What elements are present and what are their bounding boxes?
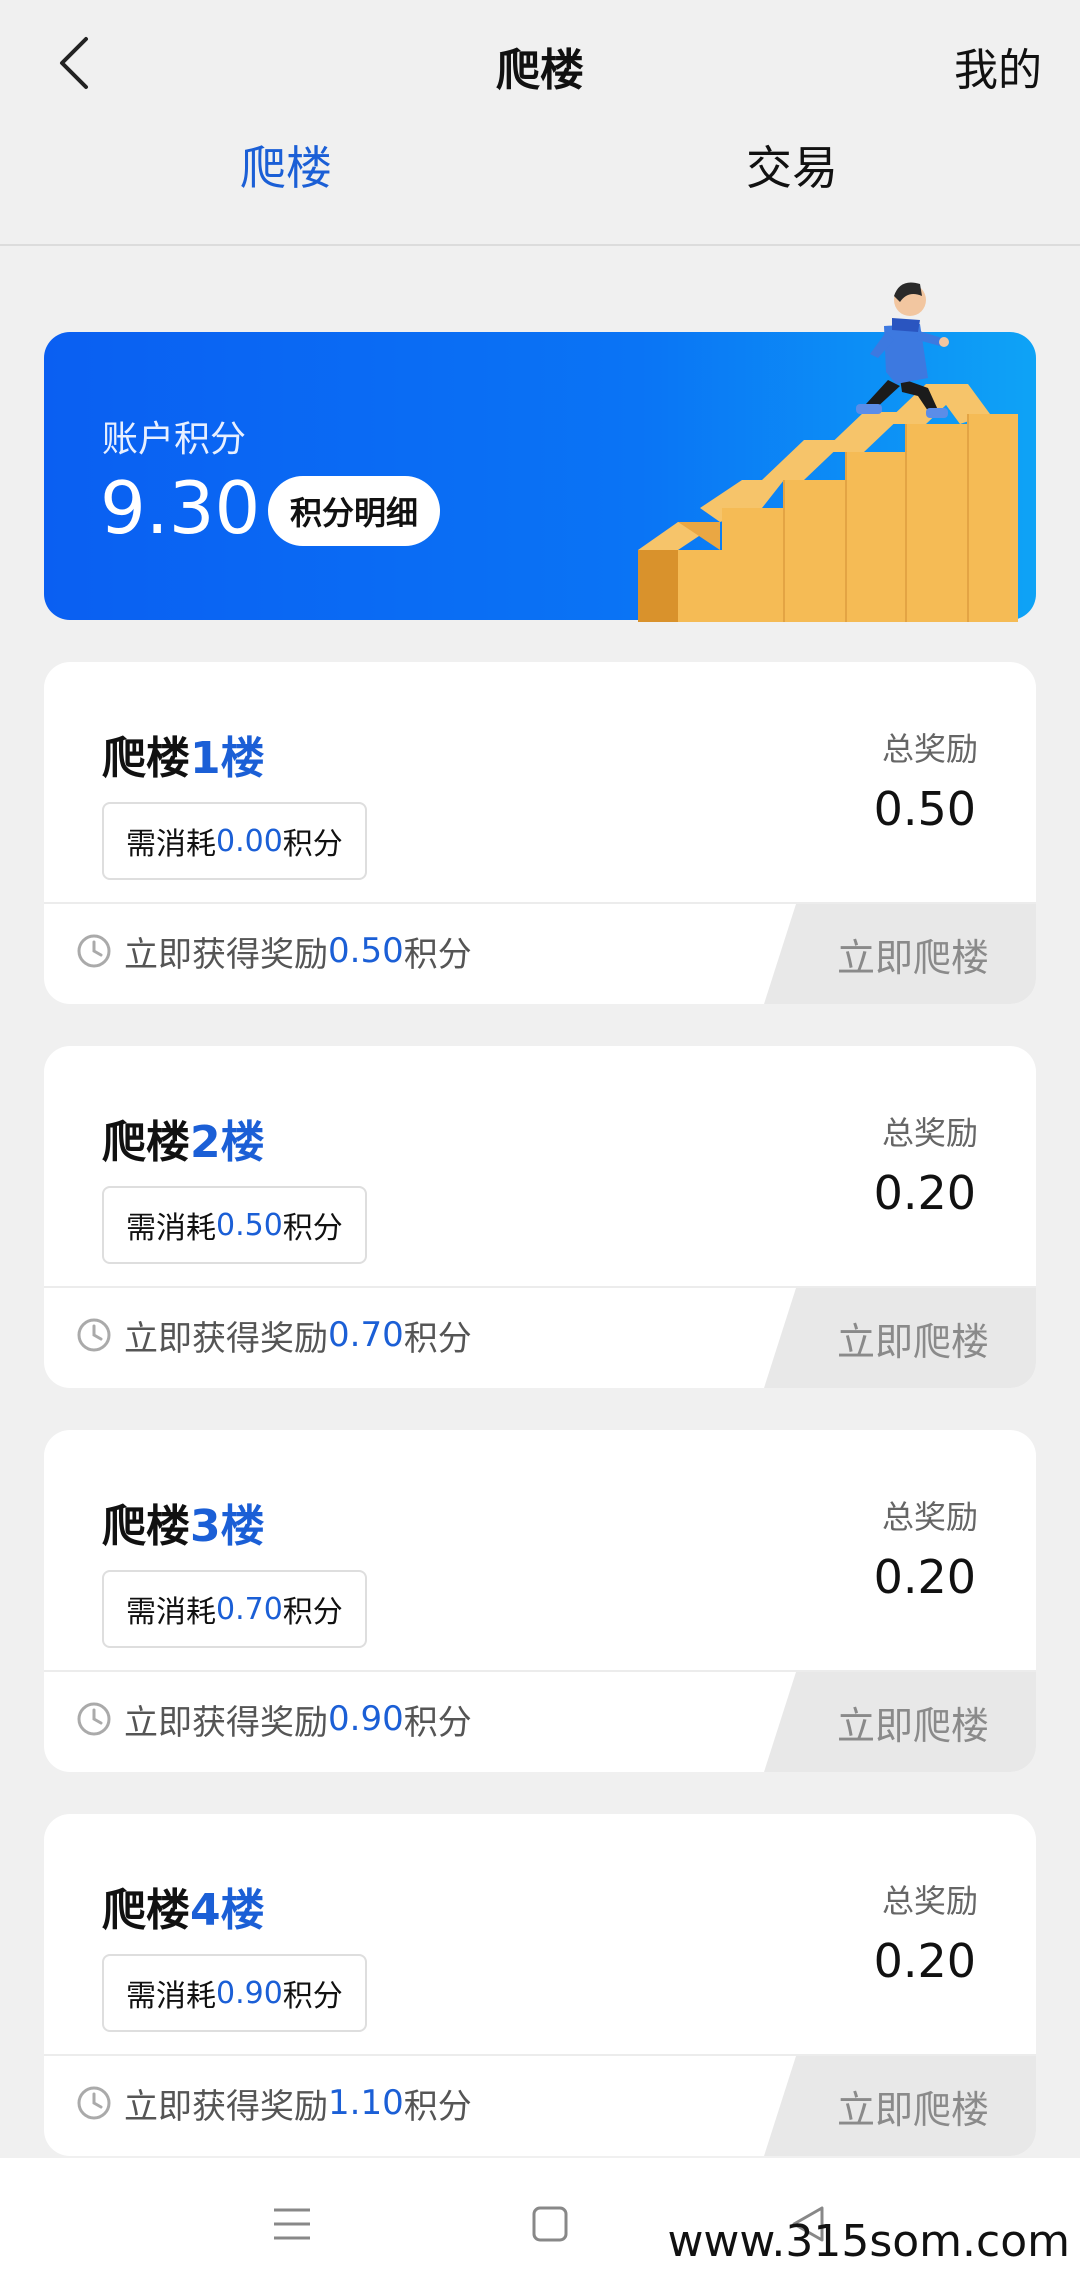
cost-box: 需消耗 0.50 积分 bbox=[102, 1186, 367, 1264]
instant-value: 1.10 bbox=[328, 2083, 404, 2123]
floor-card-1: 爬楼1楼 需消耗 0.00 积分 总奖励 0.50 立即获得奖励 0.50 积分 立即爬… bbox=[44, 662, 1036, 1004]
reward-value: 0.20 bbox=[873, 1934, 976, 1988]
cost-prefix: 需消耗 bbox=[126, 827, 216, 862]
cost-value: 0.00 bbox=[216, 823, 283, 859]
points-detail-button[interactable]: 积分明细 bbox=[268, 476, 440, 546]
instant-suffix: 积分 bbox=[403, 934, 472, 975]
instant-suffix: 积分 bbox=[403, 1318, 472, 1359]
page: 爬楼 我的 爬楼 交易 账户积分 9.30 积分明细 爬楼1楼 需消耗 0.00… bbox=[0, 0, 1080, 2288]
account-banner: 账户积分 9.30 积分明细 bbox=[44, 282, 1036, 622]
reward-label: 总奖励 bbox=[881, 1882, 978, 1920]
cost-suffix: 积分 bbox=[282, 1211, 343, 1246]
floor-title-text: 爬楼 bbox=[102, 1885, 190, 1936]
climb-now-button[interactable]: 立即爬楼 bbox=[764, 1672, 1036, 1772]
floor-card-4: 爬楼4楼 需消耗 0.90 积分 总奖励 0.20 立即获得奖励 1.10 积分 立即爬… bbox=[44, 1814, 1036, 2156]
clock-icon bbox=[77, 934, 111, 968]
account-points-label: 账户积分 bbox=[102, 419, 247, 460]
instant-value: 0.90 bbox=[328, 1699, 404, 1739]
cost-box: 需消耗 0.00 积分 bbox=[102, 802, 367, 880]
instant-prefix: 立即获得奖励 bbox=[124, 1702, 328, 1743]
instant-suffix: 积分 bbox=[403, 1702, 472, 1743]
reward-value: 0.50 bbox=[873, 782, 976, 836]
cost-suffix: 积分 bbox=[282, 1595, 343, 1630]
climb-now-button[interactable]: 立即爬楼 bbox=[764, 2056, 1036, 2156]
stairs-climber-illustration bbox=[638, 282, 1018, 622]
floor-title-text: 爬楼 bbox=[102, 1501, 190, 1552]
account-points-value: 9.30 bbox=[100, 466, 261, 550]
reward-label: 总奖励 bbox=[881, 1498, 978, 1536]
card-divider bbox=[44, 1670, 1036, 1672]
cost-value: 0.90 bbox=[216, 1975, 283, 2011]
instant-prefix: 立即获得奖励 bbox=[124, 934, 328, 975]
floor-title: 爬楼2楼 bbox=[102, 1106, 265, 1170]
reward-value: 0.20 bbox=[873, 1550, 976, 1604]
cost-prefix: 需消耗 bbox=[126, 1211, 216, 1246]
climb-now-button[interactable]: 立即爬楼 bbox=[764, 1288, 1036, 1388]
floor-number: 3楼 bbox=[190, 1501, 265, 1552]
watermark: www.315som.com bbox=[667, 2216, 1070, 2267]
instant-reward-row: 立即获得奖励 0.90 积分 bbox=[76, 1692, 472, 1746]
instant-reward-row: 立即获得奖励 1.10 积分 bbox=[76, 2076, 472, 2130]
cost-value: 0.70 bbox=[216, 1591, 283, 1627]
instant-prefix: 立即获得奖励 bbox=[124, 1318, 328, 1359]
floor-number: 4楼 bbox=[190, 1885, 265, 1936]
card-divider bbox=[44, 1286, 1036, 1288]
instant-reward-row: 立即获得奖励 0.70 积分 bbox=[76, 1308, 472, 1362]
cost-suffix: 积分 bbox=[282, 1979, 343, 2014]
instant-reward-row: 立即获得奖励 0.50 积分 bbox=[76, 924, 472, 978]
reward-label: 总奖励 bbox=[881, 730, 978, 768]
instant-prefix: 立即获得奖励 bbox=[124, 2086, 328, 2127]
floor-number: 2楼 bbox=[190, 1117, 265, 1168]
floor-card-2: 爬楼2楼 需消耗 0.50 积分 总奖励 0.20 立即获得奖励 0.70 积分 立即爬… bbox=[44, 1046, 1036, 1388]
square-icon[interactable] bbox=[520, 2194, 580, 2254]
cost-box: 需消耗 0.70 积分 bbox=[102, 1570, 367, 1648]
clock-icon bbox=[77, 2086, 111, 2120]
floor-title: 爬楼4楼 bbox=[102, 1874, 265, 1938]
floor-number: 1楼 bbox=[190, 733, 265, 784]
cost-prefix: 需消耗 bbox=[126, 1595, 216, 1630]
instant-value: 0.50 bbox=[328, 931, 404, 971]
floor-card-3: 爬楼3楼 需消耗 0.70 积分 总奖励 0.20 立即获得奖励 0.90 积分 立即爬… bbox=[44, 1430, 1036, 1772]
floor-title-text: 爬楼 bbox=[102, 733, 190, 784]
instant-value: 0.70 bbox=[328, 1315, 404, 1355]
floor-title-text: 爬楼 bbox=[102, 1117, 190, 1168]
instant-suffix: 积分 bbox=[403, 2086, 472, 2127]
mine-link[interactable]: 我的 bbox=[954, 34, 1042, 98]
cost-suffix: 积分 bbox=[282, 827, 343, 862]
floor-title: 爬楼3楼 bbox=[102, 1490, 265, 1554]
climb-now-button[interactable]: 立即爬楼 bbox=[764, 904, 1036, 1004]
cost-value: 0.50 bbox=[216, 1207, 283, 1243]
clock-icon bbox=[77, 1702, 111, 1736]
card-divider bbox=[44, 2054, 1036, 2056]
page-title: 爬楼 bbox=[496, 45, 584, 96]
tab-trade[interactable]: 交易 bbox=[746, 132, 838, 198]
cost-prefix: 需消耗 bbox=[126, 1979, 216, 2014]
reward-label: 总奖励 bbox=[881, 1114, 978, 1152]
menu-icon[interactable] bbox=[262, 2194, 322, 2254]
reward-value: 0.20 bbox=[873, 1166, 976, 1220]
tab-climb[interactable]: 爬楼 bbox=[240, 132, 332, 198]
floor-title: 爬楼1楼 bbox=[102, 722, 265, 786]
header: 爬楼 我的 爬楼 交易 bbox=[0, 0, 1080, 246]
clock-icon bbox=[77, 1318, 111, 1352]
cost-box: 需消耗 0.90 积分 bbox=[102, 1954, 367, 2032]
card-divider bbox=[44, 902, 1036, 904]
